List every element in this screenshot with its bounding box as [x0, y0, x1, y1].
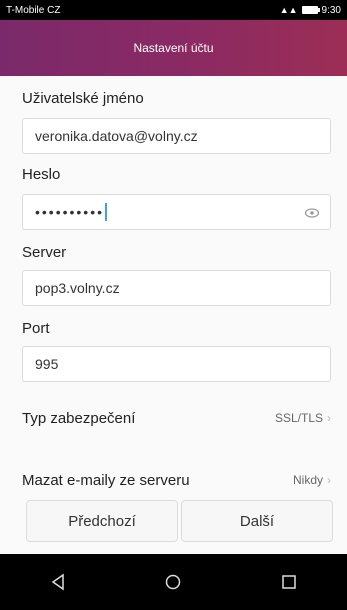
password-field[interactable]: ••••••••••: [22, 194, 331, 230]
back-icon: [51, 573, 64, 591]
navigation-bar: [0, 554, 347, 610]
carrier-name: T-Mobile CZ: [6, 4, 61, 16]
server-value: pop3.volny.cz: [35, 280, 120, 296]
account-settings-form: Uživatelské jméno veronika.datova@volny.…: [0, 76, 347, 554]
delete-emails-value-wrap: Nikdy ›: [293, 473, 331, 487]
status-bar: T-Mobile CZ ▲▲ 9:30: [0, 0, 347, 20]
security-type-row[interactable]: Typ zabezpečení SSL/TLS ›: [22, 406, 331, 430]
title-bar: Nastavení účtu: [0, 20, 347, 76]
signal-icon: ▲▲: [279, 5, 298, 15]
server-label: Server: [22, 244, 67, 261]
battery-icon: [301, 6, 320, 14]
delete-emails-label: Mazat e-maily ze serveru: [22, 471, 190, 489]
username-field[interactable]: veronika.datova@volny.cz: [22, 118, 331, 154]
status-icons: ▲▲ 9:30: [280, 5, 341, 16]
username-label: Uživatelské jméno: [22, 90, 144, 107]
recents-icon: [282, 575, 296, 589]
port-label: Port: [22, 320, 50, 337]
back-button[interactable]: [46, 570, 70, 594]
delete-emails-value: Nikdy: [292, 473, 323, 487]
delete-emails-row[interactable]: Mazat e-maily ze serveru Nikdy ›: [22, 468, 331, 492]
previous-button[interactable]: Předchozí: [26, 500, 178, 542]
page-title: Nastavení účtu: [133, 41, 214, 55]
chevron-right-icon: ›: [327, 473, 331, 487]
clock: 9:30: [321, 4, 341, 16]
home-icon: [166, 574, 181, 590]
server-field[interactable]: pop3.volny.cz: [22, 270, 331, 306]
security-type-value-wrap: SSL/TLS ›: [275, 411, 331, 425]
text-cursor: [105, 203, 108, 221]
password-label: Heslo: [22, 166, 61, 183]
password-value: ••••••••••: [35, 204, 105, 220]
security-type-label: Typ zabezpečení: [22, 409, 136, 427]
security-type-value: SSL/TLS: [274, 411, 323, 425]
recents-button[interactable]: [277, 570, 301, 594]
next-button[interactable]: Další: [181, 500, 333, 542]
eye-icon[interactable]: [304, 205, 320, 221]
chevron-right-icon: ›: [327, 411, 331, 425]
home-button[interactable]: [161, 570, 185, 594]
username-value: veronika.datova@volny.cz: [35, 128, 198, 144]
port-value: 995: [35, 356, 59, 372]
port-field[interactable]: 995: [22, 346, 331, 382]
